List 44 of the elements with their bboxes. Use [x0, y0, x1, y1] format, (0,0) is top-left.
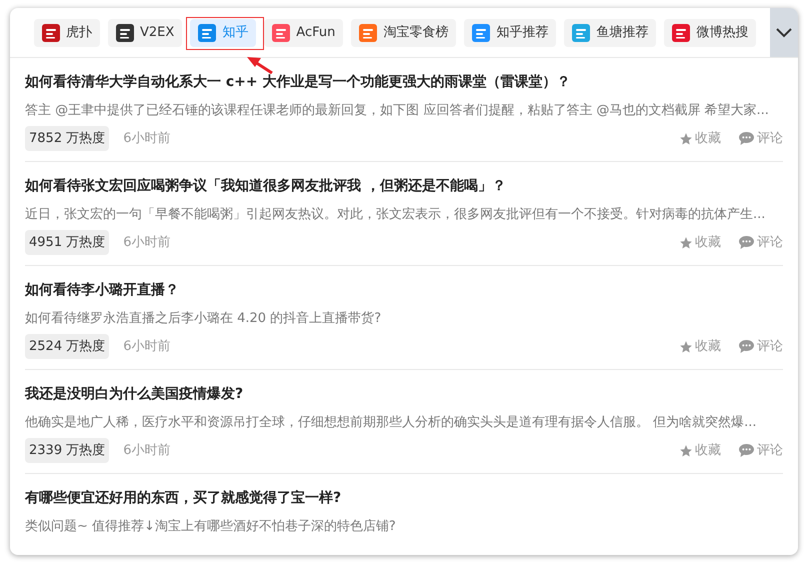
source-tab[interactable]: AcFun [264, 18, 344, 46]
app-logo-icon [198, 24, 216, 42]
heat-badge: 7852 万热度 [25, 126, 110, 151]
source-tab[interactable]: 知乎推荐 [464, 18, 556, 46]
question-summary: 他确实是地广人稀，医疗水平和资源吊打全球，仔细想想前期那些人分析的确实头头是道有理有据令人信服。 但为啥就突然爆... [25, 414, 758, 432]
speech-bubble-icon [739, 444, 754, 457]
time-label: 6小时前 [123, 234, 170, 252]
question-summary: 答主 @王聿中提供了已经石锤的该课程任课老师的最新回复，如下图 应回答者们提醒，粘贴了答主 @马也的文档截屏 希望大家... [25, 102, 770, 120]
app-logo-icon [672, 24, 690, 42]
question-title[interactable]: 如何看待清华大学自动化系大一 c++ 大作业是写一个功能更强大的雨课堂（雷课堂）？ [25, 72, 783, 92]
app-logo-icon [42, 24, 60, 42]
source-tab[interactable]: V2EX [108, 18, 182, 46]
app-logo-icon [272, 24, 290, 42]
star-icon [679, 340, 693, 354]
speech-bubble-icon [739, 132, 754, 145]
source-tab[interactable]: 鱼塘推荐 [564, 18, 656, 46]
time-label: 6小时前 [123, 338, 170, 356]
speech-bubble-icon [739, 340, 754, 353]
heat-badge: 4951 万热度 [25, 230, 110, 255]
time-label: 6小时前 [123, 442, 170, 460]
source-tab[interactable]: 淘宝零食榜 [351, 18, 456, 46]
speech-bubble-icon [739, 236, 754, 249]
question-summary: 类似问题~ 值得推荐↓淘宝上有哪些酒好不怕巷子深的特色店铺? [25, 518, 397, 536]
question-title[interactable]: 我还是没明白为什么美国疫情爆发? [25, 384, 783, 404]
question-title[interactable]: 如何看待张文宏回应喝粥争议「我知道很多网友批评我 ，但粥还是不能喝」？ [25, 176, 783, 196]
source-tab[interactable]: 微博热搜 [664, 18, 756, 46]
app-logo-icon [359, 24, 378, 42]
question-summary: 近日，张文宏的一句「早餐不能喝粥」引起网友热议。对此，张文宏表示，很多网友批评但有一个不接受。针对病毒的抗体产生... [25, 206, 766, 224]
question-summary: 如何看待继罗永浩直播之后李小璐在 4.20 的抖音上直播带货? [25, 310, 382, 328]
star-icon [679, 132, 693, 146]
chevron-down-icon [776, 28, 792, 38]
app-logo-icon [116, 24, 134, 42]
star-icon [679, 236, 693, 250]
source-tab[interactable]: 虎扑 [34, 18, 100, 46]
question-title[interactable]: 有哪些便宜还好用的东西，买了就感觉得了宝一样? [25, 488, 783, 508]
heat-badge: 2524 万热度 [25, 334, 110, 359]
heat-badge: 2339 万热度 [25, 438, 110, 463]
time-label: 6小时前 [123, 130, 170, 148]
star-icon [679, 444, 693, 458]
question-title[interactable]: 如何看待李小璐开直播？ [25, 280, 783, 300]
app-logo-icon [572, 24, 590, 42]
annotation-arrow [247, 57, 273, 74]
app-logo-icon [472, 24, 490, 42]
expand-button[interactable] [770, 8, 798, 57]
